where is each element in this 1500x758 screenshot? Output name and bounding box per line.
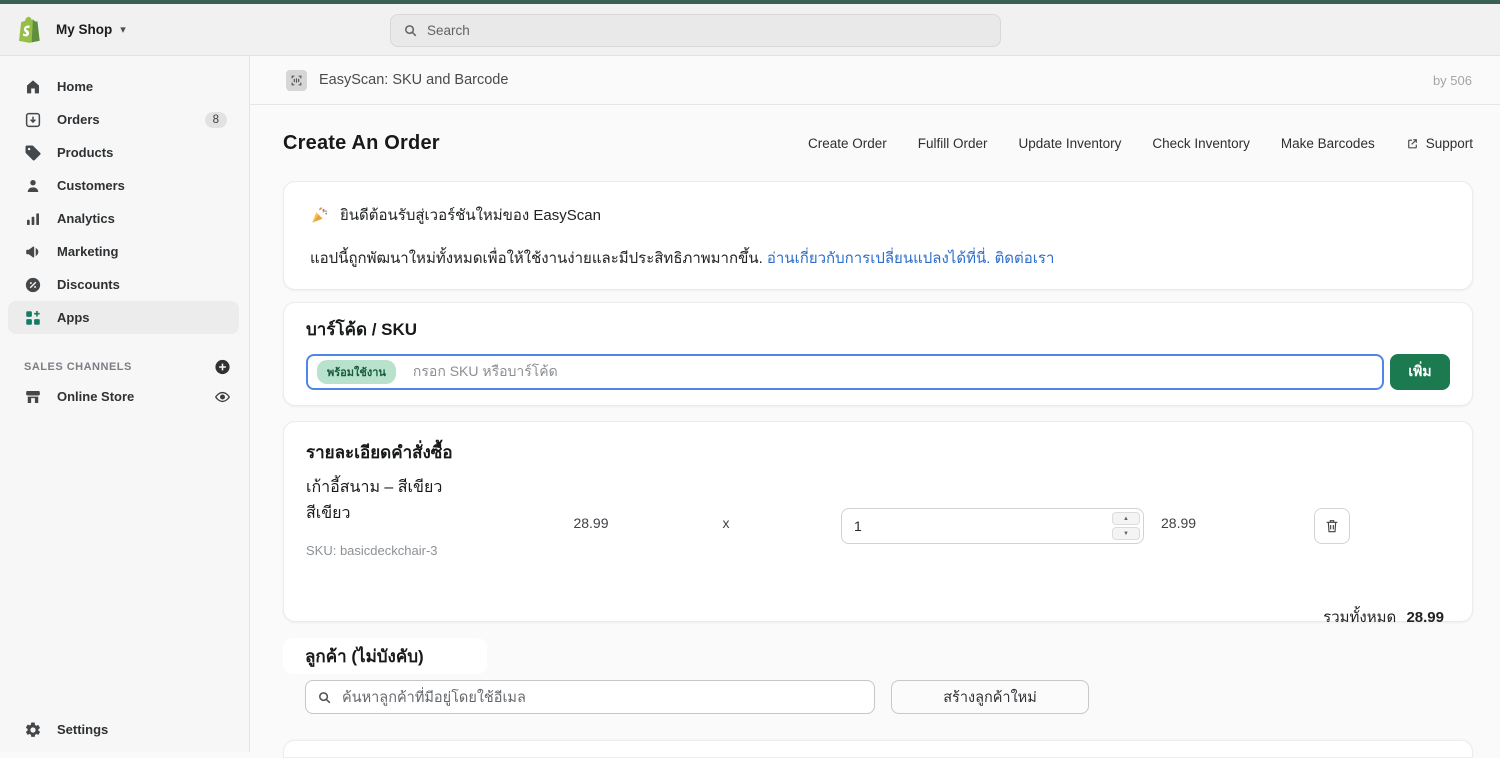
app-byline: by 506 xyxy=(1433,73,1472,88)
sidebar-item-customers[interactable]: Customers xyxy=(8,169,239,202)
trash-icon xyxy=(1324,518,1340,534)
main-content: EasyScan: SKU and Barcode by 506 Create … xyxy=(250,56,1500,752)
barcode-sku-card: บาร์โค้ด / SKU พร้อมใช้งาน กรอก SKU หรือ… xyxy=(283,302,1473,406)
product-name: เก้าอี้สนาม – สีเขียว สีเขียว xyxy=(306,475,556,526)
quantity-increment-button[interactable]: ▲ xyxy=(1112,512,1140,525)
search-icon xyxy=(317,690,332,705)
nav-update-inventory[interactable]: Update Inventory xyxy=(1019,136,1122,151)
orders-count-badge: 8 xyxy=(205,112,227,128)
app-header: EasyScan: SKU and Barcode by 506 xyxy=(250,56,1500,105)
external-link-icon xyxy=(1406,137,1419,150)
product-sku: SKU: basicdeckchair-3 xyxy=(306,543,438,558)
order-line-item: เก้าอี้สนาม – สีเขียว สีเขียว SKU: basic… xyxy=(306,475,1444,577)
order-total-row: รวมทั้งหมด 28.99 xyxy=(306,605,1444,629)
sidebar-item-apps[interactable]: Apps xyxy=(8,301,239,334)
order-section-title: รายละเอียดคำสั่งซื้อ xyxy=(306,439,1444,466)
party-popper-icon xyxy=(310,206,329,225)
app-title: EasyScan: SKU and Barcode xyxy=(319,72,508,88)
tag-icon xyxy=(24,144,42,162)
customer-search-placeholder: ค้นหาลูกค้าที่มีอยู่โดยใช้อีเมล xyxy=(342,686,526,709)
sidebar-item-home[interactable]: Home xyxy=(8,70,239,103)
shopify-logo-icon[interactable] xyxy=(16,16,42,44)
sidebar-item-discounts[interactable]: Discounts xyxy=(8,268,239,301)
status-badge: พร้อมใช้งาน xyxy=(317,360,396,384)
megaphone-icon xyxy=(24,243,42,261)
nav-fulfill-order[interactable]: Fulfill Order xyxy=(918,136,988,151)
storefront-icon xyxy=(24,388,42,406)
search-placeholder: Search xyxy=(427,23,470,38)
sales-channels-header: SALES CHANNELS xyxy=(8,354,239,380)
customer-row: ค้นหาลูกค้าที่มีอยู่โดยใช้อีเมล สร้างลูก… xyxy=(283,680,1473,714)
next-section-card xyxy=(283,740,1473,758)
delete-line-item-button[interactable] xyxy=(1314,508,1350,544)
sidebar-item-online-store[interactable]: Online Store xyxy=(8,380,239,413)
quantity-stepper: ▲ ▼ xyxy=(841,508,1144,544)
create-customer-button[interactable]: สร้างลูกค้าใหม่ xyxy=(891,680,1089,714)
search-icon xyxy=(403,23,418,38)
line-total: 28.99 xyxy=(1161,515,1231,531)
total-value: 28.99 xyxy=(1406,609,1444,626)
app-nav: Create Order Fulfill Order Update Invent… xyxy=(808,136,1473,151)
sku-input-placeholder: กรอก SKU หรือบาร์โค้ด xyxy=(413,361,558,383)
global-search-input[interactable]: Search xyxy=(390,14,1001,47)
quantity-input[interactable] xyxy=(842,509,1107,543)
nav-check-inventory[interactable]: Check Inventory xyxy=(1152,136,1250,151)
easyscan-app-icon xyxy=(286,70,307,91)
shop-name[interactable]: My Shop xyxy=(56,22,112,37)
multiply-symbol: x xyxy=(706,515,746,531)
unit-price: 28.99 xyxy=(541,515,641,531)
sidebar-item-marketing[interactable]: Marketing xyxy=(8,235,239,268)
nav-support[interactable]: Support xyxy=(1406,136,1473,151)
quantity-decrement-button[interactable]: ▼ xyxy=(1112,527,1140,540)
add-sales-channel-icon[interactable] xyxy=(214,359,231,376)
banner-link-contact[interactable]: ติดต่อเรา xyxy=(995,250,1055,267)
banner-body: แอปนี้ถูกพัฒนาใหม่ทั้งหมดเพื่อให้ใช้งานง… xyxy=(310,250,763,267)
page-title: Create An Order xyxy=(283,132,440,155)
customer-search-input[interactable]: ค้นหาลูกค้าที่มีอยู่โดยใช้อีเมล xyxy=(305,680,875,714)
welcome-banner: ยินดีต้อนรับสู่เวอร์ชันใหม่ของ EasyScan … xyxy=(283,181,1473,290)
sku-input[interactable]: พร้อมใช้งาน กรอก SKU หรือบาร์โค้ด xyxy=(306,354,1384,390)
person-icon xyxy=(24,177,42,195)
gear-icon xyxy=(24,721,42,739)
nav-create-order[interactable]: Create Order xyxy=(808,136,887,151)
sidebar: Home Orders 8 Products Customers Analyti… xyxy=(0,56,250,752)
nav-make-barcodes[interactable]: Make Barcodes xyxy=(1281,136,1375,151)
home-icon xyxy=(24,78,42,96)
order-details-card: รายละเอียดคำสั่งซื้อ เก้าอี้สนาม – สีเขี… xyxy=(283,421,1473,622)
sidebar-item-orders[interactable]: Orders 8 xyxy=(8,103,239,136)
customer-section-title: ลูกค้า (ไม่บังคับ) xyxy=(305,643,424,670)
bar-chart-icon xyxy=(24,210,42,228)
banner-link-changes[interactable]: อ่านเกี่ยวกับการเปลี่ยนแปลงได้ที่นี่. xyxy=(767,250,990,267)
sidebar-item-analytics[interactable]: Analytics xyxy=(8,202,239,235)
sidebar-item-products[interactable]: Products xyxy=(8,136,239,169)
banner-title: ยินดีต้อนรับสู่เวอร์ชันใหม่ของ EasyScan xyxy=(340,203,601,227)
barcode-section-title: บาร์โค้ด / SKU xyxy=(306,316,1450,343)
discount-icon xyxy=(24,276,42,294)
add-button[interactable]: เพิ่ม xyxy=(1390,354,1450,390)
topbar: My Shop ▾ Search xyxy=(0,4,1500,56)
sidebar-item-settings[interactable]: Settings xyxy=(8,713,240,746)
total-label: รวมทั้งหมด xyxy=(1323,609,1396,626)
customer-section-header: ลูกค้า (ไม่บังคับ) xyxy=(283,638,487,674)
orders-icon xyxy=(24,111,42,129)
apps-grid-icon xyxy=(24,309,42,327)
eye-icon[interactable] xyxy=(214,388,231,405)
chevron-down-icon[interactable]: ▾ xyxy=(120,23,126,36)
